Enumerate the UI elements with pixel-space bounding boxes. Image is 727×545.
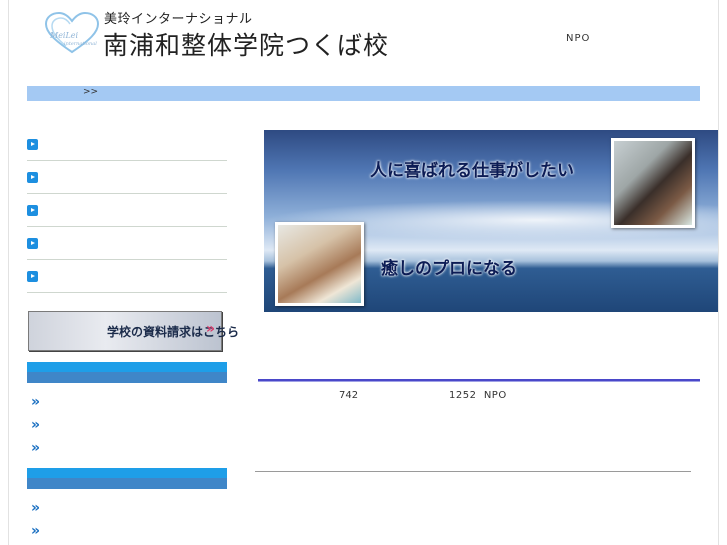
sidebar-item-3[interactable] — [27, 194, 227, 227]
sidebar-item-2[interactable] — [27, 161, 227, 194]
info-number-1: 742 — [339, 390, 359, 401]
info-npo: NPO — [483, 390, 507, 401]
sidebar-nav — [27, 128, 227, 293]
hero-headline-1: 人に喜ばれる仕事がしたい — [370, 161, 574, 181]
school-title: 南浦和整体学院つくば校 — [103, 31, 390, 60]
arrow-bullet-icon — [27, 238, 38, 249]
left-frame-border — [8, 0, 9, 545]
section-header-2 — [27, 468, 227, 489]
arrow-bullet-icon — [27, 172, 38, 183]
section1-link-2[interactable]: » — [31, 417, 40, 433]
section1-link-1[interactable]: » — [31, 394, 40, 410]
breadcrumb-arrow[interactable]: >> — [83, 87, 98, 97]
arrow-bullet-icon — [27, 139, 38, 150]
breadcrumb: >> — [27, 86, 700, 101]
divider — [258, 379, 700, 382]
sidebar-item-5[interactable] — [27, 260, 227, 293]
arrow-bullet-icon — [27, 271, 38, 282]
right-frame-border — [718, 0, 719, 545]
hero-headline-2: 癒しのプロになる — [381, 259, 517, 279]
svg-text:MeiLei: MeiLei — [49, 31, 79, 40]
section1-link-3[interactable]: » — [31, 440, 40, 456]
request-brochure-label: 学校の資料請求はこちら — [107, 325, 240, 339]
massage-photo-2 — [275, 222, 364, 306]
page: MeiLei international 美玲インターナショナル 南浦和整体学院… — [0, 0, 727, 545]
arrow-bullet-icon — [27, 205, 38, 216]
section2-link-1[interactable]: » — [31, 500, 40, 516]
info-number-2: 1252 NPO — [449, 390, 507, 401]
divider — [255, 471, 691, 472]
section-header-1 — [27, 362, 227, 383]
section2-link-2[interactable]: » — [31, 523, 40, 539]
svg-text:international: international — [64, 41, 97, 47]
heart-logo-icon[interactable]: MeiLei international — [44, 11, 100, 54]
sidebar-item-1[interactable] — [27, 128, 227, 161]
massage-photo-1 — [611, 138, 695, 228]
school-subtitle: 美玲インターナショナル — [104, 12, 253, 27]
npo-label: NPO — [566, 33, 591, 44]
hero-banner: 人に喜ばれる仕事がしたい 癒しのプロになる — [264, 130, 718, 312]
double-chevron-icon: » — [206, 321, 216, 337]
sidebar-item-4[interactable] — [27, 227, 227, 260]
request-brochure-button[interactable]: 学校の資料請求はこちら » — [28, 311, 239, 351]
